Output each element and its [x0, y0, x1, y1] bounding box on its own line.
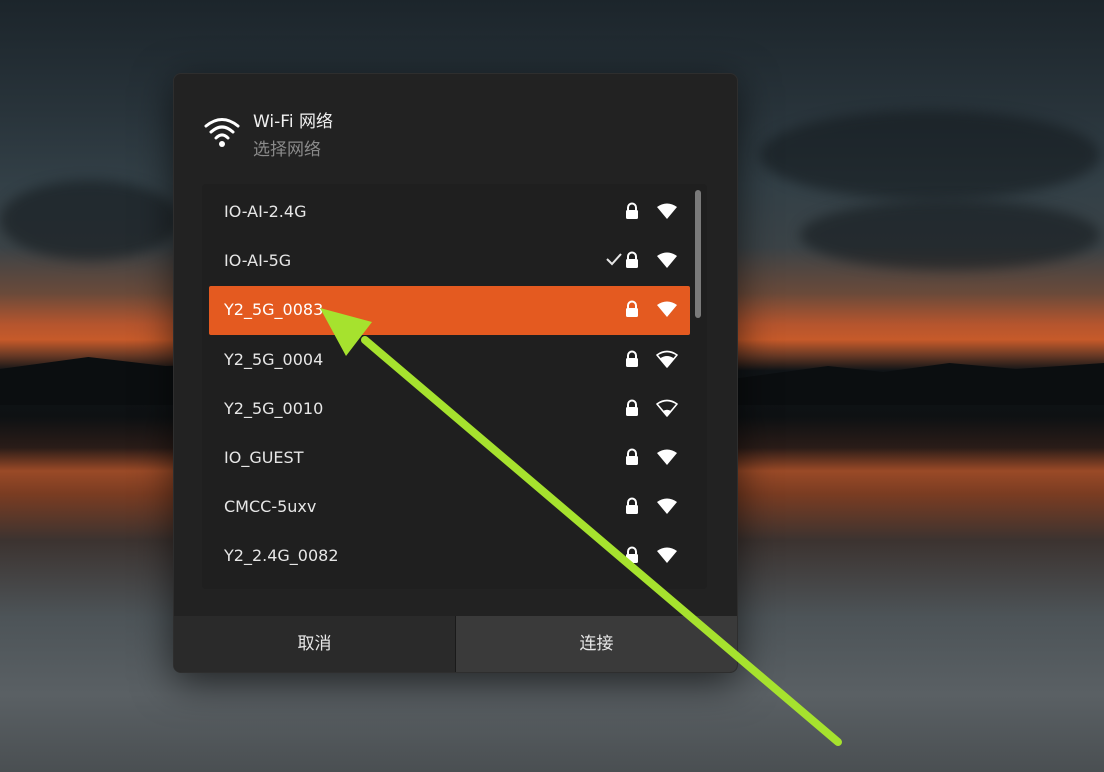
wifi-signal-full-icon	[657, 449, 677, 465]
dialog-footer: 取消 连接	[174, 616, 737, 672]
connect-button[interactable]: 连接	[456, 616, 737, 672]
network-name: IO-AI-5G	[224, 251, 292, 271]
wifi-signal-full-icon	[657, 252, 677, 269]
network-row[interactable]: Y2_2.4G_0082	[209, 532, 690, 581]
wifi-signal-full-icon	[657, 547, 677, 564]
network-row[interactable]: Y2_5G_0083	[209, 286, 690, 336]
network-row[interactable]: CMCC-5uxv	[209, 483, 690, 532]
lock-icon	[626, 497, 638, 515]
network-name: Y2_2.4G_0082	[224, 546, 339, 566]
wifi-signal-medium-icon	[656, 350, 678, 368]
lock-icon	[626, 399, 638, 416]
wifi-dialog: Wi-Fi 网络 选择网络 IO-AI-2.4G IO-AI-5G Y2_5G_00…	[173, 73, 738, 673]
lock-icon	[626, 251, 638, 269]
network-name: Y2_5G_0010	[224, 398, 324, 418]
lock-icon	[626, 350, 638, 367]
wifi-signal-full-icon	[657, 301, 677, 318]
network-name: IO-AI-2.4G	[224, 202, 307, 221]
wifi-signal-full-icon	[657, 203, 677, 219]
network-name: Y2_5G_0004	[224, 349, 324, 369]
network-name: CMCC-5uxv	[224, 497, 317, 517]
cloud	[0, 180, 180, 260]
network-list[interactable]: IO-AI-2.4G IO-AI-5G Y2_5G_0083 Y2_5G_0004 Y2…	[202, 184, 707, 589]
dialog-subtitle: 选择网络	[253, 140, 321, 160]
network-row[interactable]: Y2_5G_0010	[209, 385, 690, 434]
lock-icon	[626, 448, 638, 465]
wifi-signal-full-icon	[657, 498, 677, 515]
cloud	[760, 110, 1100, 200]
lock-icon	[626, 202, 638, 219]
network-row[interactable]: IO-AI-2.4G	[209, 188, 690, 237]
scrollbar-thumb[interactable]	[695, 190, 701, 318]
lock-icon	[626, 546, 638, 564]
network-row[interactable]: Y2_5G_0004	[209, 336, 690, 385]
checkmark-icon	[606, 253, 622, 266]
network-row[interactable]: IO_GUEST	[209, 434, 690, 483]
cancel-button[interactable]: 取消	[174, 616, 455, 672]
cloud	[800, 200, 1100, 270]
scrollbar[interactable]	[695, 190, 701, 583]
lock-icon	[626, 300, 638, 318]
network-row[interactable]: IO-AI-5G	[209, 237, 690, 286]
network-name: IO_GUEST	[224, 448, 304, 467]
wifi-signal-low-icon	[656, 399, 678, 417]
dialog-header: Wi-Fi 网络 选择网络	[174, 74, 737, 184]
network-name: Y2_5G_0083	[224, 300, 324, 320]
dialog-title: Wi-Fi 网络	[253, 112, 333, 132]
wifi-icon	[204, 118, 240, 147]
